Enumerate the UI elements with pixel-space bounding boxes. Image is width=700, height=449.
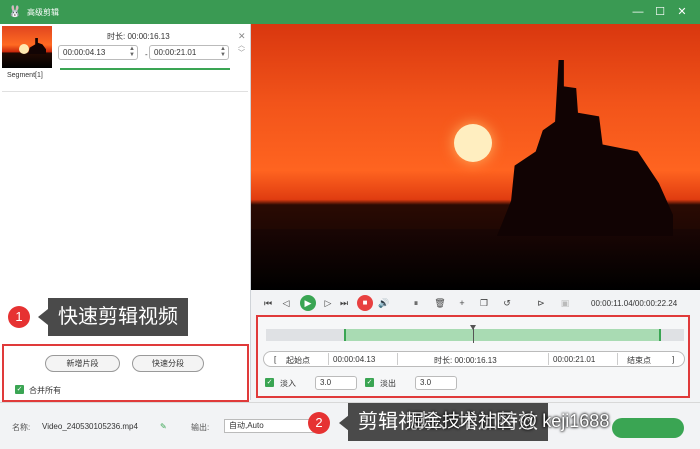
sun-shape [454,124,492,162]
copy-icon[interactable]: ❐ [477,296,491,310]
screenshot-icon[interactable]: ▣ [558,296,572,310]
segment-actions: 新增片段 快速分段 ✓ 合并所有 [2,344,249,402]
skip-start-icon[interactable]: ⏮ [261,296,275,310]
watermark: 掘金技术社区 @ keji1688 [406,411,610,431]
ship-silhouette [497,60,673,236]
timeline-track[interactable] [266,325,684,343]
rabbit-logo-icon: 🐰 [8,6,22,18]
timeline-selection[interactable] [343,329,661,341]
fade-out-checkbox[interactable]: ✓ [365,378,374,387]
mark-icon[interactable]: ⊳ [534,296,548,310]
reorder-icon[interactable]: ︿ ﹀ [238,42,245,58]
fade-in-checkbox[interactable]: ✓ [265,378,274,387]
output-label: 输出: [191,423,210,432]
delete-icon[interactable]: 🗑 [433,296,447,310]
merge-all-checkbox[interactable]: ✓ [15,385,24,394]
trim-start-field[interactable]: 00:00:04.13 [328,353,398,365]
volume-icon[interactable]: 🔊 [377,296,391,310]
callout-1-arrow [38,309,48,325]
playback-timecode: 00:00:11.04/00:00:22.24 [591,299,678,308]
file-name: Video_240530105236.mp4 [42,422,138,431]
trim-duration: 时长: 00:00:16.13 [434,356,497,365]
callout-1-badge: 1 [8,306,30,328]
segment-card[interactable]: Segment[1] 时长: 00:00:16.13 00:00:04.13 ▲… [2,26,248,92]
edit-highlight: [ 起始点 00:00:04.13 时长: 00:00:16.13 00:00:… [256,315,690,398]
spinner-icon[interactable]: ▲ ▼ [129,46,135,58]
callout-1-text: 快速剪辑视频 [48,298,188,336]
new-segment-button[interactable]: 新增片段 [45,355,120,372]
trim-range-bar: [ 起始点 00:00:04.13 时长: 00:00:16.13 00:00:… [263,351,685,367]
add-icon[interactable]: + [455,296,469,310]
player-controls: ⏮ ◁ ▶ ▷ ⏭ ■ 🔊 ⏸ 🗑 + ❐ ↺ ⊳ ▣ 00:00:11.04/… [251,290,700,400]
callout-2-badge: 2 [308,412,330,434]
fade-out-value: 3.0 [420,378,432,387]
segment-thumbnail[interactable] [2,26,52,68]
trim-end-field[interactable]: 00:00:21.01 [548,353,618,365]
reset-icon[interactable]: ↺ [500,296,514,310]
trim-start-value: 00:00:04.13 [333,355,376,364]
start-bracket: [ [274,355,277,364]
prev-frame-icon[interactable]: ◁ [279,296,293,310]
title-bar: 🐰 高级剪辑 — ☐ ✕ [0,0,700,24]
maximize-button[interactable]: ☐ [652,4,668,20]
close-button[interactable]: ✕ [674,4,690,20]
skip-end-icon[interactable]: ⏭ [337,296,351,310]
end-bracket: ] [672,355,675,364]
stop-button[interactable]: ■ [357,295,373,311]
range-separator: - [145,50,148,59]
fade-in-label: 淡入 [280,379,296,388]
playhead[interactable] [470,325,477,343]
sun-shape [19,44,29,54]
segment-start-field[interactable]: 00:00:04.13 ▲ ▼ [58,45,138,60]
spinner-icon[interactable]: ▲ ▼ [220,46,226,58]
sea-shape [251,229,700,290]
output-select[interactable]: 自动,Auto [224,419,314,433]
ship-shape [28,38,46,54]
fade-in-value: 3.0 [320,378,332,387]
name-label: 名称: [12,423,31,432]
edit-name-icon[interactable]: ✎ [160,422,167,431]
segment-progress [60,68,230,70]
segment-end-value: 00:00:21.01 [154,48,197,57]
segment-duration: 时长: 00:00:16.13 [107,32,170,41]
fade-out-label: 淡出 [380,379,396,388]
merge-all-label: 合并所有 [29,386,61,395]
segment-start-value: 00:00:04.13 [63,48,106,57]
output-value: 自动,Auto [229,421,264,430]
window-title: 高级剪辑 [27,8,59,17]
fade-in-field[interactable]: 3.0 [315,376,357,390]
play-button[interactable]: ▶ [300,295,316,311]
segment-label: Segment[1] [7,72,43,79]
set-end-button[interactable]: 结束点 [627,355,651,366]
set-start-button[interactable]: 起始点 [286,355,310,366]
trim-end-value: 00:00:21.01 [553,355,596,364]
confirm-button[interactable] [612,418,684,438]
quick-split-button[interactable]: 快速分段 [132,355,204,372]
close-icon[interactable]: ✕ [238,31,246,42]
segment-end-field[interactable]: 00:00:21.01 ▲ ▼ [149,45,229,60]
fade-out-field[interactable]: 3.0 [415,376,457,390]
split-icon[interactable]: ⏸ [409,296,423,310]
next-frame-icon[interactable]: ▷ [321,296,335,310]
minimize-button[interactable]: — [630,4,646,20]
video-preview[interactable] [251,24,700,290]
